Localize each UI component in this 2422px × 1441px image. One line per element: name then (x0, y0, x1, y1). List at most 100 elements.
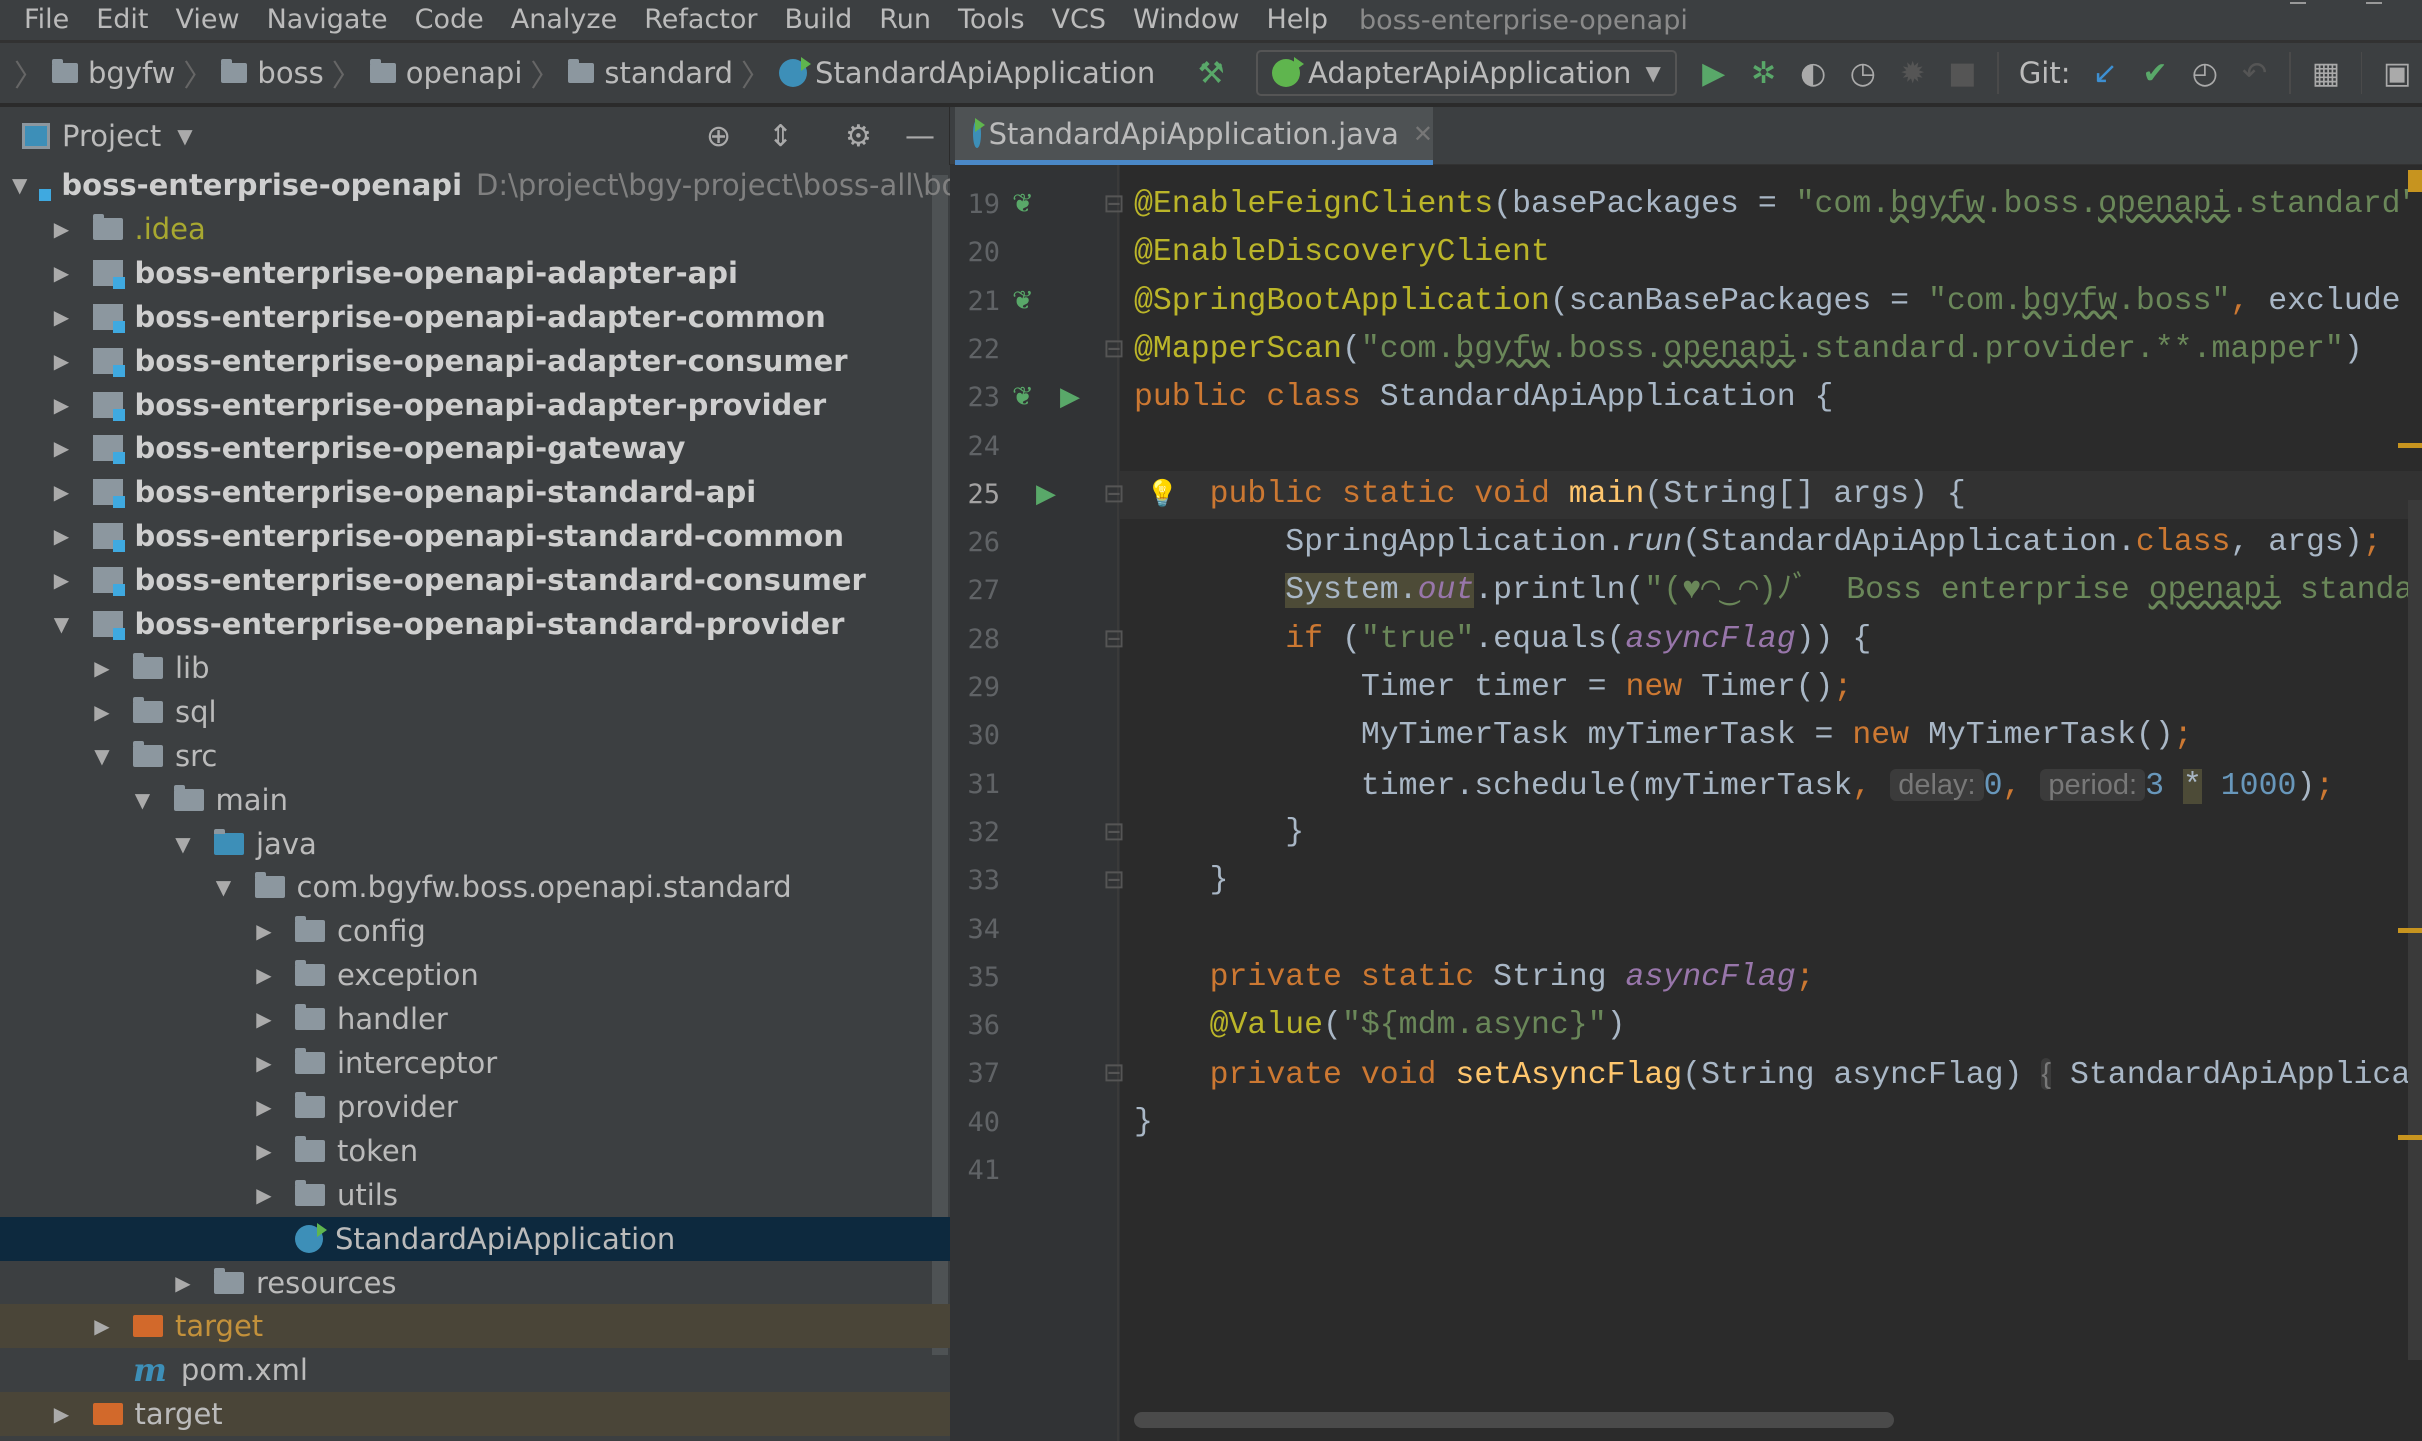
attach-icon[interactable]: ✹ (1897, 53, 1929, 93)
collapsed-arrow-icon[interactable]: ▶ (53, 217, 71, 241)
terminal-icon[interactable]: ▣ (2381, 53, 2413, 93)
expanded-arrow-icon[interactable]: ▼ (53, 612, 71, 636)
collapsed-arrow-icon[interactable]: ▶ (255, 1139, 273, 1163)
git-history-icon[interactable]: ◴ (2189, 53, 2221, 93)
fold-marker-icon[interactable]: ⊟ (1103, 865, 1125, 895)
tree-item[interactable]: ▶ provider (0, 1085, 950, 1129)
menu-build[interactable]: Build (784, 6, 852, 33)
tree-item[interactable]: ▶ token (0, 1129, 950, 1173)
tree-item[interactable]: ▶ boss-enterprise-openapi-standard-common (0, 514, 950, 558)
collapsed-arrow-icon[interactable]: ▶ (174, 1271, 192, 1295)
fold-marker-icon[interactable]: ⊟ (1103, 479, 1125, 509)
run-gutter-icon[interactable]: ▶ (1036, 479, 1056, 509)
chevron-down-icon[interactable]: ▼ (177, 124, 192, 148)
project-structure-icon[interactable]: ▦ (2310, 53, 2342, 93)
tree-item[interactable]: ▼ src (0, 734, 950, 778)
tree-item[interactable]: ▼ com.bgyfw.boss.openapi.standard (0, 865, 950, 909)
tree-item[interactable]: StandardApiApplication (0, 1216, 950, 1261)
profile-icon[interactable]: ◷ (1847, 53, 1879, 93)
tree-item[interactable]: ▶ target (0, 1392, 950, 1437)
tree-item[interactable]: ▼ main (0, 778, 950, 822)
project-view-selector[interactable]: Project (62, 119, 161, 153)
collapsed-arrow-icon[interactable]: ▶ (93, 1314, 111, 1338)
locate-icon[interactable]: ⊕ (706, 119, 731, 154)
collapsed-arrow-icon[interactable]: ▶ (53, 305, 71, 329)
expanded-arrow-icon[interactable]: ▼ (174, 832, 192, 856)
spring-bean-icon[interactable]: ❦ (1012, 189, 1034, 219)
tree-item[interactable]: ▶ boss-enterprise-openapi-standard-api (0, 470, 950, 514)
fold-marker-icon[interactable]: ⊟ (1103, 817, 1125, 847)
tree-item[interactable]: m pom.xml (0, 1348, 950, 1392)
collapsed-arrow-icon[interactable]: ▶ (53, 436, 71, 460)
breadcrumb-item[interactable]: 〉 standard (522, 51, 733, 95)
tree-item[interactable]: ▼ boss-enterprise-openapi D:\project\bgy-p… (0, 165, 950, 207)
tree-item[interactable]: ▼ java (0, 822, 950, 866)
breadcrumb-item[interactable]: 〉 bgyfw (6, 51, 175, 95)
collapsed-arrow-icon[interactable]: ▶ (53, 261, 71, 285)
expanded-arrow-icon[interactable]: ▼ (12, 173, 27, 197)
tree-item[interactable]: ▶ target (0, 1304, 950, 1349)
fold-marker-icon[interactable]: ⊟ (1103, 189, 1125, 219)
expanded-arrow-icon[interactable]: ▼ (93, 744, 111, 768)
warning-marker[interactable] (2408, 170, 2422, 192)
menu-view[interactable]: View (175, 6, 239, 33)
close-icon[interactable]: ✕ (1413, 120, 1433, 148)
collapsed-arrow-icon[interactable]: ▶ (53, 524, 71, 548)
collapse-all-icon[interactable]: ⇕ (768, 119, 793, 154)
collapsed-arrow-icon[interactable]: ▶ (53, 480, 71, 504)
run-config-dropdown[interactable]: AdapterApiApplication ▼ (1256, 50, 1677, 96)
tree-item[interactable]: ▶ boss-enterprise-openapi-adapter-api (0, 251, 950, 295)
intention-bulb-icon[interactable]: 💡 (1146, 479, 1178, 509)
run-icon[interactable]: ▶ (1698, 53, 1730, 93)
collapsed-arrow-icon[interactable]: ▶ (53, 349, 71, 373)
tree-item[interactable]: ▶ exception (0, 953, 950, 997)
menu-navigate[interactable]: Navigate (267, 6, 388, 33)
collapsed-arrow-icon[interactable]: ▶ (255, 919, 273, 943)
hammer-icon[interactable]: ⚒ (1195, 53, 1227, 93)
warning-marker[interactable] (2398, 443, 2422, 448)
menu-help[interactable]: Help (1266, 6, 1328, 33)
menu-analyze[interactable]: Analyze (511, 6, 617, 33)
breadcrumb-item[interactable]: 〉 openapi (324, 51, 523, 95)
menu-refactor[interactable]: Refactor (644, 6, 757, 33)
collapsed-arrow-icon[interactable]: ▶ (53, 1402, 71, 1426)
tree-item[interactable]: ▶ resources (0, 1261, 950, 1305)
git-update-icon[interactable]: ↙ (2090, 53, 2122, 93)
fold-marker-icon[interactable]: ⊟ (1103, 334, 1125, 364)
collapsed-arrow-icon[interactable]: ▶ (53, 568, 71, 592)
git-commit-icon[interactable]: ✔ (2139, 53, 2171, 93)
tab-standard-api-application[interactable]: StandardApiApplication.java ✕ (955, 107, 1433, 165)
collapsed-arrow-icon[interactable]: ▶ (255, 1183, 273, 1207)
spring-bean-icon[interactable]: ❦ (1012, 382, 1034, 412)
collapsed-arrow-icon[interactable]: ▶ (255, 1007, 273, 1031)
tree-item[interactable]: ▶ boss-enterprise-openapi-gateway (0, 426, 950, 470)
hide-icon[interactable]: — (905, 119, 935, 154)
debug-icon[interactable]: ✲ (1748, 53, 1780, 93)
collapsed-arrow-icon[interactable]: ▶ (255, 1095, 273, 1119)
menu-vcs[interactable]: VCS (1052, 6, 1106, 33)
menu-file[interactable]: File (24, 6, 69, 33)
tree-item[interactable]: ▶ lib (0, 646, 950, 690)
git-rollback-icon[interactable]: ↶ (2239, 53, 2271, 93)
fold-marker-icon[interactable]: ⊟ (1103, 1058, 1125, 1088)
fold-marker-icon[interactable]: ⊟ (1103, 624, 1125, 654)
tree-item[interactable]: ▶ boss-enterprise-openapi-standard-consum… (0, 558, 950, 602)
expanded-arrow-icon[interactable]: ▼ (134, 788, 152, 812)
code-editor[interactable]: @EnableFeignClients(basePackages = "com.… (1120, 165, 2410, 1441)
warning-marker[interactable] (2398, 1135, 2422, 1140)
stop-icon[interactable]: ■ (1947, 53, 1979, 93)
restore-button[interactable] (2366, 0, 2382, 4)
tree-item[interactable]: ▶ sql (0, 690, 950, 734)
tree-item[interactable]: ▶ config (0, 909, 950, 953)
spring-bean-icon[interactable]: ❦ (1012, 286, 1034, 316)
coverage-icon[interactable]: ◐ (1797, 53, 1829, 93)
collapsed-arrow-icon[interactable]: ▶ (255, 963, 273, 987)
editor-horizontal-scrollbar[interactable] (1134, 1412, 1894, 1428)
tree-item[interactable]: ▶ handler (0, 997, 950, 1041)
menu-tools[interactable]: Tools (958, 6, 1025, 33)
collapsed-arrow-icon[interactable]: ▶ (255, 1051, 273, 1075)
tree-item[interactable]: ▶ boss-enterprise-openapi-adapter-consume… (0, 339, 950, 383)
menu-run[interactable]: Run (879, 6, 931, 33)
breadcrumb-item[interactable]: 〉 boss (175, 51, 323, 95)
menu-window[interactable]: Window (1133, 6, 1239, 33)
